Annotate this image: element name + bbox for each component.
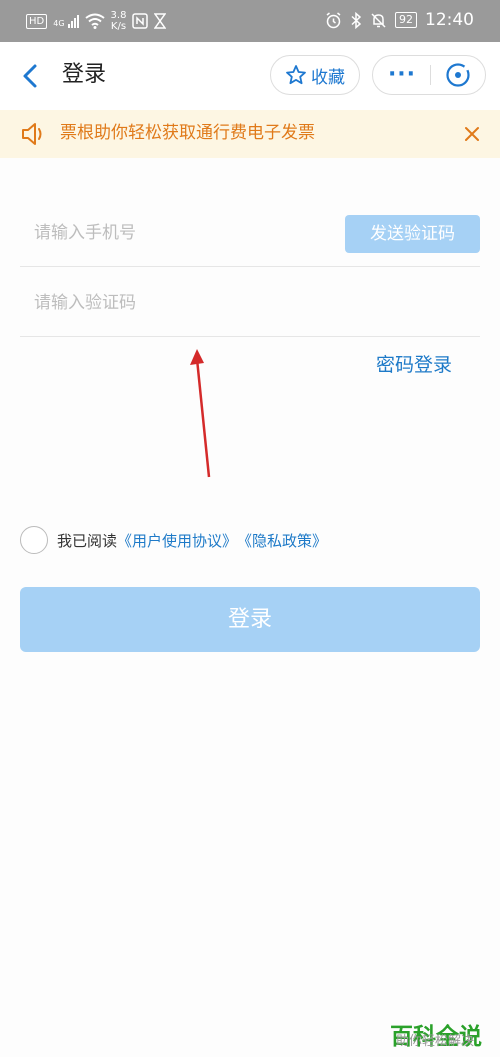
close-icon (465, 127, 479, 141)
close-program-button[interactable] (431, 56, 485, 94)
signal-icon: 4G (53, 14, 79, 28)
privacy-policy-link[interactable]: 《隐私政策》 (237, 530, 327, 551)
status-right: 92 12:40 (325, 10, 474, 30)
hourglass-icon (154, 13, 167, 29)
nfc-icon (132, 13, 149, 29)
agreement-checkbox[interactable] (20, 526, 48, 554)
favorite-button[interactable]: 收藏 (270, 55, 360, 95)
star-icon (286, 65, 306, 85)
login-button[interactable]: 登录 (20, 587, 480, 652)
battery-indicator: 92 (395, 12, 417, 28)
chevron-left-icon (23, 64, 37, 88)
wifi-icon (84, 13, 105, 29)
page-title: 登录 (62, 62, 107, 87)
speaker-icon (22, 123, 42, 145)
hd-badge: HD (26, 13, 48, 29)
send-code-button[interactable]: 发送验证码 (345, 215, 480, 253)
status-bar: HD 4G 3.8 K/s 92 12:40 (0, 0, 500, 42)
phone-input[interactable] (32, 216, 336, 250)
password-login-link[interactable]: 密码登录 (376, 352, 452, 378)
user-agreement-link[interactable]: 《用户使用协议》 (117, 530, 237, 551)
signal-label: 4G (53, 18, 65, 28)
mini-program-capsule: ··· (372, 55, 486, 95)
more-icon: ··· (387, 62, 417, 87)
watermark-subtitle: 助你轻松解决 (395, 1034, 474, 1049)
notice-close-button[interactable] (460, 122, 484, 146)
mute-bell-icon (371, 12, 386, 28)
back-button[interactable] (16, 60, 46, 92)
network-speed: 3.8 K/s (111, 10, 127, 32)
alarm-icon (326, 11, 341, 28)
code-input[interactable] (32, 286, 336, 320)
agreement-prefix: 我已阅读 (57, 531, 118, 550)
more-button[interactable]: ··· (373, 56, 431, 94)
speed-unit: K/s (110, 21, 127, 32)
code-field (20, 268, 480, 337)
annotation-arrow (190, 349, 211, 478)
speed-value: 3.8 (110, 10, 127, 21)
bluetooth-icon (351, 11, 362, 29)
favorite-label: 收藏 (311, 67, 345, 88)
phone-field: 发送验证码 (20, 198, 480, 267)
status-left: HD 4G 3.8 K/s (26, 10, 167, 32)
close-circle-icon (446, 63, 470, 87)
agreement-row: 我已阅读 《用户使用协议》 《隐私政策》 (20, 526, 327, 554)
status-time: 12:40 (425, 10, 474, 30)
notice-text: 票根助你轻松获取通行费电子发票 (60, 123, 315, 143)
notice-bar: 票根助你轻松获取通行费电子发票 (0, 110, 500, 158)
nav-bar: 登录 收藏 ··· (0, 42, 500, 110)
